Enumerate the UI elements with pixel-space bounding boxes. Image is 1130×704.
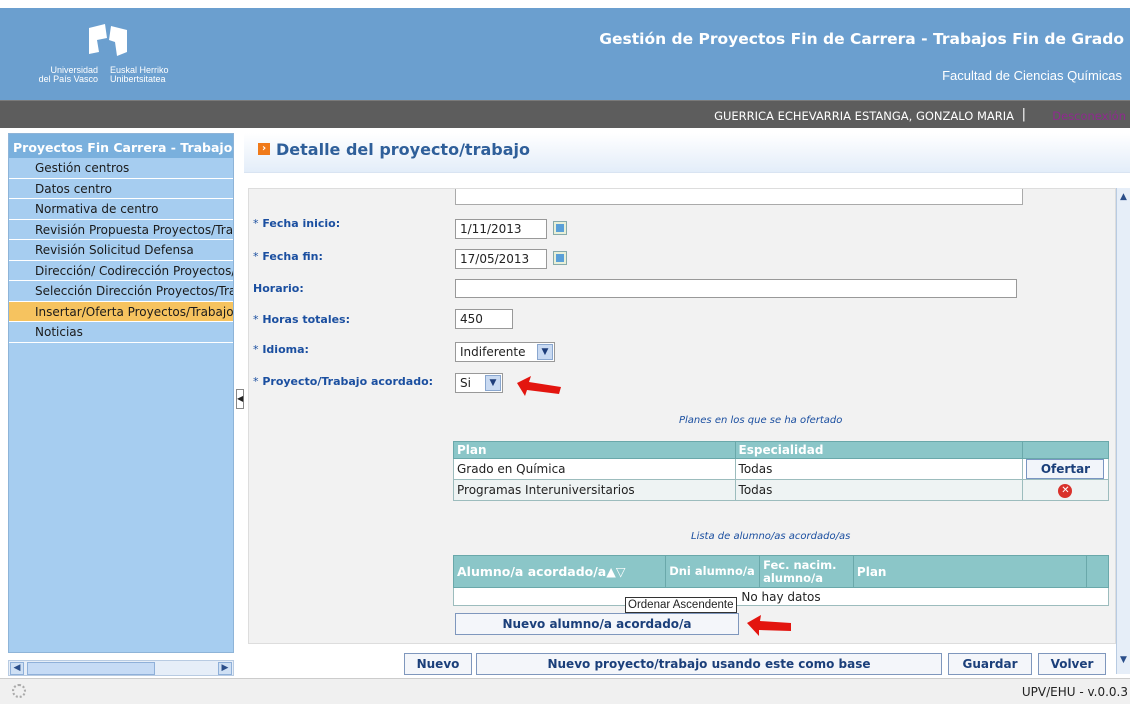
upv-ehu-logo: Universidad del País Vasco Euskal Herrik…: [28, 18, 198, 88]
top-strip: [0, 0, 1130, 8]
sidebar-item-datos-centro[interactable]: Datos centro: [9, 179, 233, 199]
guardar-button[interactable]: Guardar: [948, 653, 1032, 675]
scroll-left-icon[interactable]: ◀: [10, 662, 24, 675]
faculty-name: Facultad de Ciencias Químicas: [942, 68, 1122, 83]
logo-text-eu: Euskal Herriko Unibertsitatea: [110, 65, 169, 84]
chevron-right-icon: ›: [258, 143, 270, 155]
previous-field-input[interactable]: [455, 189, 1023, 205]
acordado-select[interactable]: Si ▼: [455, 373, 503, 393]
idioma-select[interactable]: Indiferente ▼: [455, 342, 555, 362]
logout-link[interactable]: Desconexión: [1052, 109, 1126, 123]
sidebar-heading: Proyectos Fin Carrera - Trabajos Fin Gra…: [9, 134, 233, 158]
sort-icon[interactable]: ▲▽: [606, 564, 625, 579]
chevron-down-icon[interactable]: ▼: [485, 375, 501, 391]
scroll-up-icon[interactable]: ▲: [1117, 192, 1130, 207]
plan-cell: Grado en Química: [453, 458, 736, 480]
horario-input[interactable]: [455, 279, 1017, 298]
idioma-value: Indiferente: [460, 345, 526, 359]
user-bar: GUERRICA ECHEVARRIA ESTANGA, GONZALO MAR…: [0, 100, 1130, 128]
plan-cell: Programas Interuniversitarios: [453, 479, 736, 501]
nuevo-alumno-button[interactable]: Nuevo alumno/a acordado/a: [455, 613, 739, 635]
table-row: Programas Interuniversitarios Todas ✕: [453, 479, 1110, 501]
logo-text-es: Universidad del País Vasco: [38, 65, 98, 84]
detail-form: * Fecha inicio: 1/11/2013 * Fecha fin: 1…: [248, 188, 1116, 644]
user-bar-separator: |: [1021, 107, 1026, 122]
chevron-down-icon[interactable]: ▼: [537, 344, 553, 360]
fecha-fin-input[interactable]: 17/05/2013: [455, 249, 547, 269]
horas-totales-input[interactable]: 450: [455, 309, 513, 329]
empty-message: No hay datos: [453, 587, 1109, 606]
horario-label: Horario:: [253, 282, 304, 295]
sidebar: Proyectos Fin Carrera - Trabajos Fin Gra…: [8, 133, 234, 653]
volver-button[interactable]: Volver: [1038, 653, 1106, 675]
table-row: Grado en Química Todas Ofertar: [453, 458, 1110, 480]
red-arrow-annotation-icon: [747, 615, 791, 636]
especialidad-cell: Todas: [734, 458, 1023, 480]
idioma-label: * Idioma:: [253, 343, 309, 356]
col-scroll: [1085, 555, 1110, 588]
sidebar-item-revision-propuesta[interactable]: Revisión Propuesta Proyectos/Trabajos: [9, 220, 233, 240]
panel-title-bar: › Detalle del proyecto/trabajo: [244, 133, 1130, 173]
app-header: Universidad del País Vasco Euskal Herrik…: [0, 8, 1130, 100]
loading-spinner-icon: [12, 684, 26, 698]
sidebar-item-insertar-oferta[interactable]: Insertar/Oferta Proyectos/Trabajos: [9, 301, 233, 322]
scroll-thumb[interactable]: [27, 662, 155, 675]
acordado-label: * Proyecto/Trabajo acordado:: [253, 375, 434, 388]
planes-table: Plan Especialidad Grado en Química Todas…: [453, 441, 1110, 501]
version-text: UPV/EHU - v.0.0.3: [1021, 685, 1128, 699]
fecha-inicio-input[interactable]: 1/11/2013: [455, 219, 547, 239]
ofertar-button[interactable]: Ofertar: [1026, 459, 1105, 479]
sidebar-item-gestion-centros[interactable]: Gestión centros: [9, 158, 233, 179]
fecha-fin-label: * Fecha fin:: [253, 250, 323, 263]
sidebar-item-direccion[interactable]: Dirección/ Codirección Proyectos/Trabajo…: [9, 261, 233, 281]
sidebar-item-normativa[interactable]: Normativa de centro: [9, 199, 233, 220]
delete-icon[interactable]: ✕: [1058, 484, 1073, 498]
scroll-down-icon[interactable]: ▼: [1117, 655, 1130, 670]
user-name: GUERRICA ECHEVARRIA ESTANGA, GONZALO MAR…: [714, 109, 1014, 123]
red-arrow-annotation-icon: [517, 376, 561, 396]
acordado-value: Si: [460, 376, 471, 390]
planes-caption: Planes en los que se ha ofertado: [679, 415, 843, 426]
sidebar-item-noticias[interactable]: Noticias: [9, 322, 233, 343]
col-alumno[interactable]: Alumno/a acordado/a▲▽: [452, 555, 667, 588]
col-dni[interactable]: Dni alumno/a: [665, 555, 761, 588]
collapse-sidebar-icon[interactable]: ◀: [236, 389, 244, 409]
especialidad-cell: Todas: [734, 479, 1023, 501]
col-action: [1021, 441, 1110, 459]
sidebar-item-revision-defensa[interactable]: Revisión Solicitud Defensa: [9, 240, 233, 261]
col-plan: Plan: [453, 441, 736, 459]
main-scrollbar[interactable]: ▲ ▼: [1116, 188, 1130, 674]
alumnos-caption: Lista de alumno/as acordado/as: [691, 531, 851, 542]
sidebar-item-seleccion-direccion[interactable]: Selección Dirección Proyectos/Trabajos: [9, 281, 233, 302]
col-fec-nacim[interactable]: Fec. nacim. alumno/a: [759, 555, 854, 588]
nuevo-button[interactable]: Nuevo: [404, 653, 472, 675]
calendar-icon[interactable]: [553, 221, 567, 235]
table-row: No hay datos: [453, 587, 1109, 606]
action-cell: Ofertar: [1021, 458, 1110, 480]
page-title: Detalle del proyecto/trabajo: [276, 140, 530, 159]
fecha-inicio-label: * Fecha inicio:: [253, 217, 341, 230]
app-title: Gestión de Proyectos Fin de Carrera - Tr…: [599, 30, 1124, 48]
action-cell: ✕: [1021, 479, 1110, 501]
col-especialidad: Especialidad: [734, 441, 1023, 459]
university-logo-icon: [89, 24, 127, 56]
status-bar: UPV/EHU - v.0.0.3: [0, 678, 1130, 704]
alumnos-table: Alumno/a acordado/a▲▽ Dni alumno/a Fec. …: [452, 555, 1110, 606]
nuevo-base-button[interactable]: Nuevo proyecto/trabajo usando este como …: [476, 653, 942, 675]
col-plan[interactable]: Plan: [852, 555, 1087, 588]
sort-tooltip: Ordenar Ascendente: [625, 597, 737, 613]
scroll-right-icon[interactable]: ▶: [218, 662, 232, 675]
sidebar-scrollbar[interactable]: ◀ ▶: [8, 660, 234, 676]
horas-totales-label: * Horas totales:: [253, 313, 351, 326]
calendar-icon[interactable]: [553, 251, 567, 265]
